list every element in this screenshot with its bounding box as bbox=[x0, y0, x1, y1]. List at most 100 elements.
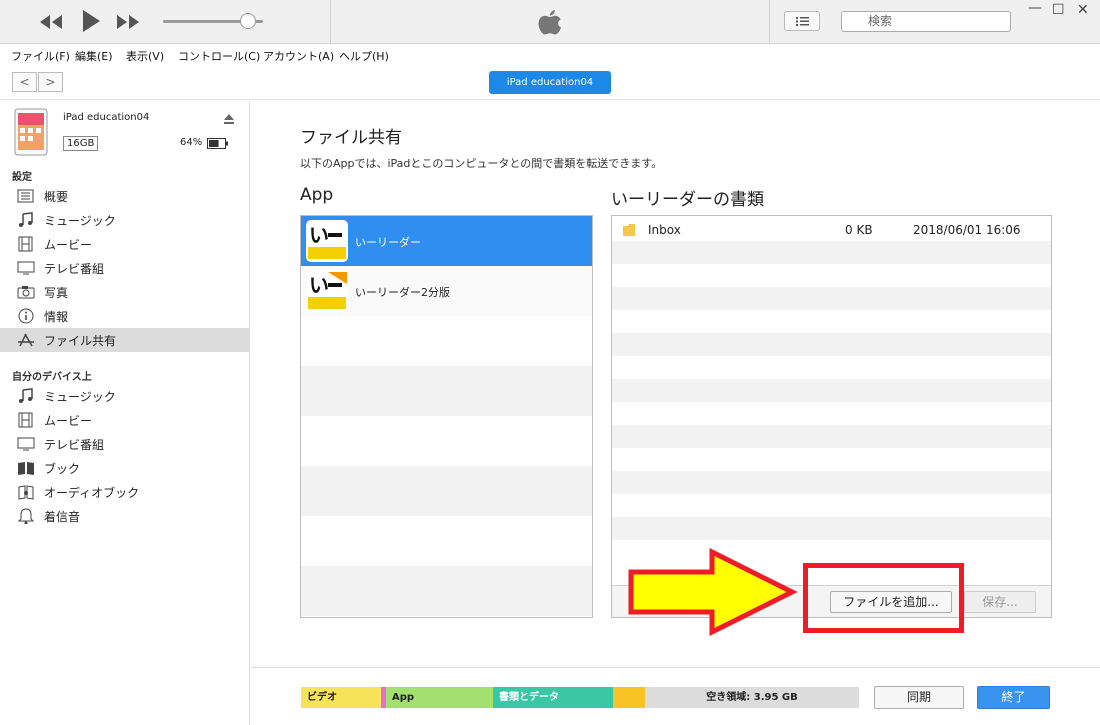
volume-knob[interactable] bbox=[240, 13, 256, 29]
document-list-row-background bbox=[612, 356, 1051, 379]
document-list-row-background bbox=[612, 333, 1051, 356]
capacity-bar: ビデオ App 書類とデータ 空き領域: 3.95 GB bbox=[301, 687, 859, 708]
music-note-icon bbox=[19, 212, 33, 227]
battery-icon bbox=[207, 138, 228, 149]
done-button[interactable]: 終了 bbox=[977, 686, 1050, 709]
film-icon bbox=[18, 236, 33, 252]
rewind-icon[interactable] bbox=[38, 12, 64, 32]
sidebar-item-label: ミュージック bbox=[44, 214, 116, 228]
camera-icon bbox=[17, 286, 35, 299]
list-view-button[interactable] bbox=[784, 11, 820, 31]
menu-account[interactable]: アカウント(A) bbox=[263, 48, 334, 64]
document-list-row-background bbox=[612, 287, 1051, 310]
title-bar: 検索 — ☐ ✕ bbox=[0, 0, 1100, 44]
menu-controls[interactable]: コントロール(C) bbox=[178, 48, 260, 64]
forward-button[interactable]: > bbox=[38, 72, 63, 92]
apple-logo-icon bbox=[538, 10, 561, 35]
sidebar-item-device-tv-shows[interactable]: テレビ番組 bbox=[0, 432, 249, 456]
menu-file[interactable]: ファイル(F) bbox=[11, 48, 70, 64]
eject-icon[interactable] bbox=[223, 113, 235, 125]
film-icon bbox=[18, 412, 33, 428]
app-name: いーリーダー2分版 bbox=[355, 286, 450, 299]
sidebar-item-label: 着信音 bbox=[44, 510, 81, 524]
summary-list-icon bbox=[17, 189, 34, 203]
sidebar-item-label: ブック bbox=[44, 462, 81, 476]
svg-text:い: い bbox=[309, 273, 329, 297]
sidebar-item-summary[interactable]: 概要 bbox=[0, 184, 249, 208]
bell-icon bbox=[17, 508, 35, 524]
sidebar-item-label: ミュージック bbox=[44, 390, 116, 404]
info-icon bbox=[18, 308, 34, 324]
document-list-row-background bbox=[612, 494, 1051, 517]
e-reader-2min-app-icon: い bbox=[306, 270, 348, 312]
folder-icon bbox=[623, 224, 635, 236]
document-list-row-background bbox=[612, 448, 1051, 471]
sidebar-item-label: オーディオブック bbox=[44, 486, 140, 500]
document-list-row-background bbox=[612, 471, 1051, 494]
menu-help[interactable]: ヘルプ(H) bbox=[339, 48, 389, 64]
device-name: iPad education04 bbox=[63, 112, 150, 123]
menu-bar: ファイル(F) 編集(E) 表示(V) コントロール(C) アカウント(A) ヘ… bbox=[0, 44, 1100, 66]
sidebar-item-label: ムービー bbox=[44, 238, 93, 252]
sidebar-item-device-books[interactable]: ブック bbox=[0, 456, 249, 480]
svg-text:い: い bbox=[309, 223, 329, 247]
sidebar-item-label: テレビ番組 bbox=[44, 438, 105, 452]
maximize-icon[interactable]: ☐ bbox=[1052, 2, 1065, 18]
annotation-arrow-icon bbox=[628, 548, 798, 636]
page-title: ファイル共有 bbox=[300, 128, 402, 148]
sidebar-item-movies[interactable]: ムービー bbox=[0, 232, 249, 256]
capacity-segment-free: 空き領域: 3.95 GB bbox=[645, 687, 859, 708]
music-note-icon bbox=[19, 388, 33, 403]
e-reader-app-icon: い bbox=[306, 220, 348, 262]
sidebar-item-label: ファイル共有 bbox=[44, 334, 117, 348]
book-icon bbox=[18, 462, 34, 475]
fast-forward-icon[interactable] bbox=[115, 12, 141, 32]
minimize-icon[interactable]: — bbox=[1028, 0, 1042, 16]
menu-edit[interactable]: 編集(E) bbox=[75, 48, 113, 64]
sidebar-item-tv-shows[interactable]: テレビ番組 bbox=[0, 256, 249, 280]
app-row-e-reader-2min[interactable]: い いーリーダー2分版 bbox=[301, 266, 592, 316]
back-button[interactable]: < bbox=[12, 72, 37, 92]
sidebar: iPad education04 16GB 64% 設定 概要 ミュージック ム… bbox=[0, 101, 250, 725]
sync-button[interactable]: 同期 bbox=[874, 686, 964, 709]
menu-view[interactable]: 表示(V) bbox=[126, 48, 164, 64]
annotation-highlight-box bbox=[803, 563, 964, 633]
sidebar-item-device-audiobooks[interactable]: オーディオブック bbox=[0, 480, 249, 504]
ipad-device-icon bbox=[14, 108, 48, 156]
capacity-segment-apps: App bbox=[386, 687, 493, 708]
play-icon[interactable] bbox=[80, 8, 102, 34]
sidebar-item-device-ringtones[interactable]: 着信音 bbox=[0, 504, 249, 528]
page-description: 以下のAppでは、iPadとこのコンピュータとの間で書類を転送できます。 bbox=[300, 157, 663, 170]
sidebar-item-info[interactable]: 情報 bbox=[0, 304, 249, 328]
document-list-row-background bbox=[612, 517, 1051, 540]
document-list-row-background bbox=[612, 310, 1051, 333]
tv-icon bbox=[17, 261, 35, 275]
app-list: い いーリーダー い いーリーダー2分版 bbox=[300, 215, 593, 618]
device-button[interactable]: iPad education04 bbox=[489, 71, 611, 94]
on-my-device-header: 自分のデバイス上 bbox=[12, 372, 92, 383]
sidebar-item-music[interactable]: ミュージック bbox=[0, 208, 249, 232]
sidebar-item-label: 概要 bbox=[44, 190, 69, 204]
sidebar-item-device-music[interactable]: ミュージック bbox=[0, 384, 249, 408]
app-row-e-reader[interactable]: い いーリーダー bbox=[301, 216, 592, 266]
document-list-row-background bbox=[612, 379, 1051, 402]
tv-icon bbox=[17, 437, 35, 451]
sidebar-item-label: テレビ番組 bbox=[44, 262, 105, 276]
document-list-row-background bbox=[612, 425, 1051, 448]
close-icon[interactable]: ✕ bbox=[1077, 2, 1089, 18]
document-list-row-background bbox=[612, 241, 1051, 264]
settings-header: 設定 bbox=[12, 172, 32, 183]
sidebar-item-photos[interactable]: 写真 bbox=[0, 280, 249, 304]
capacity-segment-video: ビデオ bbox=[301, 687, 381, 708]
capacity-badge: 16GB bbox=[63, 136, 99, 151]
app-store-icon bbox=[18, 333, 34, 347]
sidebar-item-label: 情報 bbox=[44, 310, 69, 324]
document-row[interactable]: Inbox 0 KB 2018/06/01 16:06 bbox=[612, 218, 1051, 243]
search-input[interactable]: 検索 bbox=[841, 11, 1011, 32]
sidebar-item-file-sharing[interactable]: ファイル共有 bbox=[0, 328, 249, 352]
save-button[interactable]: 保存... bbox=[964, 591, 1036, 613]
capacity-segment-misc bbox=[613, 687, 645, 708]
document-list-row-background bbox=[612, 402, 1051, 425]
document-name: Inbox bbox=[648, 223, 681, 237]
sidebar-item-device-movies[interactable]: ムービー bbox=[0, 408, 249, 432]
